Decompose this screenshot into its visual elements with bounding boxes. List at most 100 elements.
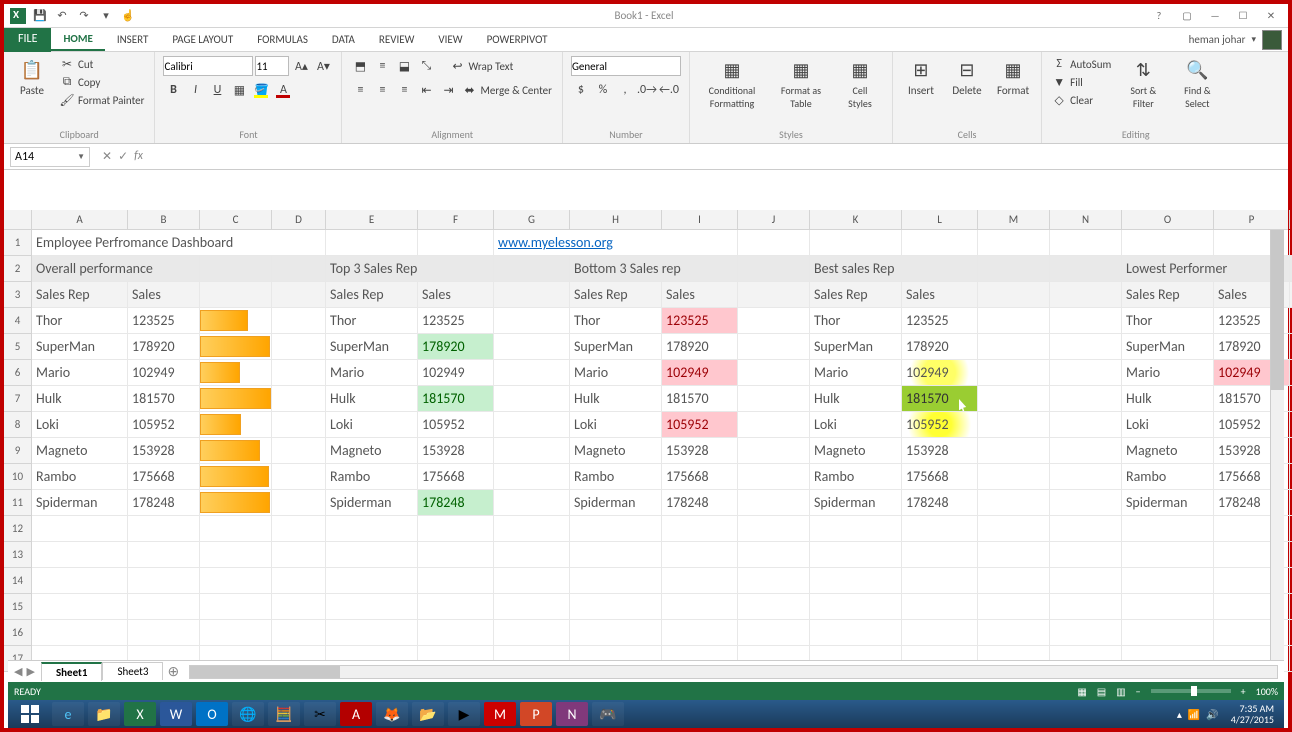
cell[interactable] bbox=[1050, 516, 1122, 542]
cell[interactable] bbox=[810, 594, 902, 620]
cell[interactable] bbox=[662, 516, 738, 542]
find-select-button[interactable]: 🔍Find & Select bbox=[1173, 56, 1221, 112]
save-button[interactable]: 💾 bbox=[32, 8, 48, 24]
cell[interactable]: Thor bbox=[326, 308, 418, 334]
cell[interactable]: Rambo bbox=[810, 464, 902, 490]
cell[interactable]: 123525 bbox=[418, 308, 494, 334]
cell[interactable] bbox=[978, 282, 1050, 308]
touch-mode-icon[interactable]: ☝ bbox=[120, 8, 136, 24]
cell[interactable] bbox=[738, 594, 810, 620]
cell[interactable] bbox=[570, 516, 662, 542]
cell[interactable] bbox=[1122, 516, 1214, 542]
cell[interactable] bbox=[326, 568, 418, 594]
redo-button[interactable]: ↷ bbox=[76, 8, 92, 24]
cell[interactable]: Hulk bbox=[326, 386, 418, 412]
cell[interactable] bbox=[1122, 542, 1214, 568]
row-header[interactable]: 4 bbox=[4, 308, 32, 334]
orientation-button[interactable]: ⤡ bbox=[416, 56, 436, 76]
comma-button[interactable]: , bbox=[615, 80, 635, 100]
cell[interactable] bbox=[494, 438, 570, 464]
column-header[interactable]: G bbox=[494, 210, 570, 229]
row-header[interactable]: 13 bbox=[4, 542, 32, 568]
cell[interactable] bbox=[200, 594, 272, 620]
cell[interactable]: Top 3 Sales Rep bbox=[326, 256, 494, 282]
autosum-button[interactable]: ΣAutoSum bbox=[1050, 56, 1113, 72]
fill-button[interactable]: ▼Fill bbox=[1050, 74, 1113, 90]
tab-review[interactable]: REVIEW bbox=[367, 29, 427, 50]
cell[interactable]: Sales Rep bbox=[570, 282, 662, 308]
row-header[interactable]: 8 bbox=[4, 412, 32, 438]
fx-icon[interactable]: fx bbox=[134, 149, 143, 164]
row-headers[interactable]: 1234567891011121314151617 bbox=[4, 230, 32, 672]
column-header[interactable]: A bbox=[32, 210, 128, 229]
cell[interactable]: Sales Rep bbox=[326, 282, 418, 308]
cell[interactable] bbox=[1050, 620, 1122, 646]
cell[interactable] bbox=[494, 620, 570, 646]
cell[interactable]: SuperMan bbox=[1122, 334, 1214, 360]
cell[interactable] bbox=[1050, 568, 1122, 594]
hyperlink[interactable]: www.myelesson.org bbox=[494, 230, 738, 256]
cell[interactable] bbox=[738, 412, 810, 438]
cell[interactable] bbox=[810, 568, 902, 594]
row-header[interactable]: 5 bbox=[4, 334, 32, 360]
wrap-text-button[interactable]: ↩Wrap Text bbox=[448, 56, 515, 76]
column-header[interactable]: N bbox=[1050, 210, 1122, 229]
select-all-corner[interactable] bbox=[4, 210, 32, 229]
decrease-indent-button[interactable]: ⇤ bbox=[416, 80, 436, 100]
cell[interactable] bbox=[272, 490, 326, 516]
cell[interactable]: Hulk bbox=[810, 386, 902, 412]
cell[interactable] bbox=[570, 620, 662, 646]
cell[interactable]: 178248 bbox=[662, 490, 738, 516]
cell[interactable]: Lowest Performer bbox=[1122, 256, 1290, 282]
folder2-icon[interactable]: 📂 bbox=[412, 702, 444, 726]
cell[interactable] bbox=[200, 334, 272, 360]
number-format-combo[interactable] bbox=[571, 56, 681, 76]
cell[interactable] bbox=[200, 516, 272, 542]
format-cells-button[interactable]: ▦Format bbox=[993, 56, 1033, 99]
cell[interactable] bbox=[272, 542, 326, 568]
tab-formulas[interactable]: FORMULAS bbox=[245, 29, 320, 50]
cell[interactable] bbox=[810, 516, 902, 542]
column-header[interactable]: I bbox=[662, 210, 738, 229]
align-bottom-button[interactable]: ⬓ bbox=[394, 56, 414, 76]
cell[interactable] bbox=[272, 282, 326, 308]
cell[interactable] bbox=[1050, 230, 1122, 256]
cell[interactable]: SuperMan bbox=[326, 334, 418, 360]
cell[interactable] bbox=[326, 594, 418, 620]
cell[interactable]: 178920 bbox=[662, 334, 738, 360]
cell[interactable] bbox=[978, 620, 1050, 646]
cell[interactable]: SuperMan bbox=[810, 334, 902, 360]
cell[interactable]: Sales Rep bbox=[810, 282, 902, 308]
network-icon[interactable]: 📶 bbox=[1188, 708, 1200, 721]
align-center-button[interactable]: ≡ bbox=[372, 80, 392, 100]
qat-more[interactable]: ▾ bbox=[98, 8, 114, 24]
border-button[interactable]: ▦ bbox=[229, 80, 249, 100]
row-header[interactable]: 16 bbox=[4, 620, 32, 646]
cell[interactable] bbox=[978, 568, 1050, 594]
cell[interactable] bbox=[662, 620, 738, 646]
cell[interactable]: 175668 bbox=[128, 464, 200, 490]
cell[interactable]: 181570 bbox=[418, 386, 494, 412]
cell[interactable] bbox=[200, 438, 272, 464]
minimize-button[interactable]: — bbox=[1202, 7, 1228, 25]
clear-button[interactable]: ◇Clear bbox=[1050, 92, 1113, 108]
copy-button[interactable]: ⧉Copy bbox=[58, 74, 146, 90]
currency-button[interactable]: $ bbox=[571, 80, 591, 100]
cell[interactable] bbox=[494, 516, 570, 542]
cell[interactable] bbox=[272, 256, 326, 282]
cell-styles-button[interactable]: ▦Cell Styles bbox=[836, 56, 884, 112]
cell[interactable] bbox=[494, 308, 570, 334]
cell[interactable]: 105952 bbox=[902, 412, 978, 438]
cell[interactable] bbox=[494, 334, 570, 360]
cell[interactable] bbox=[662, 594, 738, 620]
sheet-nav-next[interactable]: ▶ bbox=[26, 665, 34, 678]
cell[interactable]: 178920 bbox=[902, 334, 978, 360]
cell[interactable] bbox=[272, 308, 326, 334]
cell[interactable]: Rambo bbox=[570, 464, 662, 490]
align-top-button[interactable]: ⬒ bbox=[350, 56, 370, 76]
column-header[interactable]: M bbox=[978, 210, 1050, 229]
app1-icon[interactable]: M bbox=[484, 702, 516, 726]
italic-button[interactable]: I bbox=[185, 80, 205, 100]
cell[interactable] bbox=[128, 542, 200, 568]
cell[interactable] bbox=[272, 360, 326, 386]
